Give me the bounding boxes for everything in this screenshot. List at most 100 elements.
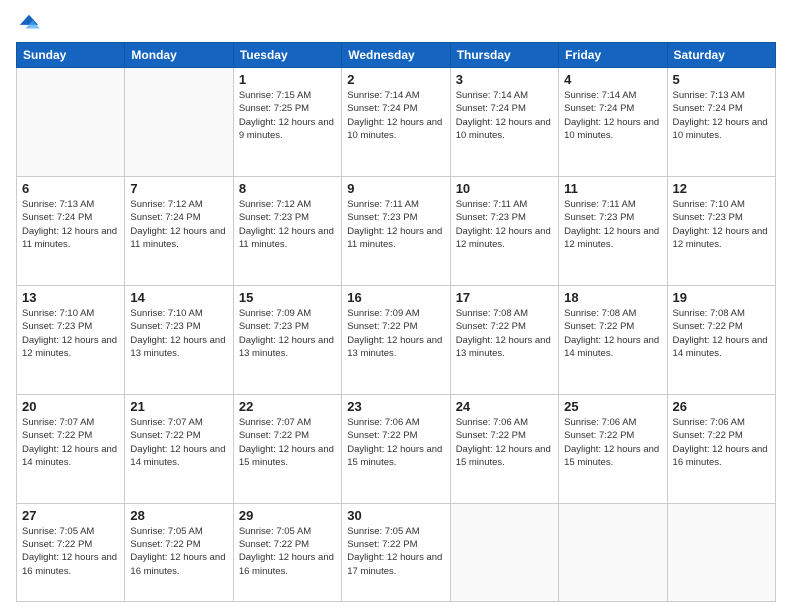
day-number: 21 (130, 399, 227, 414)
day-info: Sunrise: 7:13 AMSunset: 7:24 PMDaylight:… (22, 198, 119, 251)
weekday-header-thursday: Thursday (450, 43, 558, 68)
calendar-cell: 3 Sunrise: 7:14 AMSunset: 7:24 PMDaylight… (450, 68, 558, 177)
day-number: 25 (564, 399, 661, 414)
calendar-week-row: 20 Sunrise: 7:07 AMSunset: 7:22 PMDayligh… (17, 394, 776, 503)
day-info: Sunrise: 7:11 AMSunset: 7:23 PMDaylight:… (564, 198, 661, 251)
day-number: 4 (564, 72, 661, 87)
day-number: 6 (22, 181, 119, 196)
day-info: Sunrise: 7:10 AMSunset: 7:23 PMDaylight:… (130, 307, 227, 360)
weekday-header-tuesday: Tuesday (233, 43, 341, 68)
page: SundayMondayTuesdayWednesdayThursdayFrid… (0, 0, 792, 612)
calendar-cell: 6 Sunrise: 7:13 AMSunset: 7:24 PMDaylight… (17, 176, 125, 285)
day-info: Sunrise: 7:06 AMSunset: 7:22 PMDaylight:… (564, 416, 661, 469)
day-number: 5 (673, 72, 770, 87)
day-info: Sunrise: 7:07 AMSunset: 7:22 PMDaylight:… (239, 416, 336, 469)
weekday-header-sunday: Sunday (17, 43, 125, 68)
calendar-cell (667, 503, 775, 601)
day-info: Sunrise: 7:14 AMSunset: 7:24 PMDaylight:… (347, 89, 444, 142)
calendar-cell: 23Sunrise: 7:06 AMSunset: 7:22 PMDayligh… (342, 394, 450, 503)
calendar-cell: 26 Sunrise: 7:06 AMSunset: 7:22 PMDayligh… (667, 394, 775, 503)
day-number: 24 (456, 399, 553, 414)
day-info: Sunrise: 7:15 AMSunset: 7:25 PMDaylight:… (239, 89, 336, 142)
weekday-header-wednesday: Wednesday (342, 43, 450, 68)
day-number: 8 (239, 181, 336, 196)
calendar-cell: 7Sunrise: 7:12 AMSunset: 7:24 PMDaylight… (125, 176, 233, 285)
day-info: Sunrise: 7:10 AMSunset: 7:23 PMDaylight:… (22, 307, 119, 360)
day-info: Sunrise: 7:14 AMSunset: 7:24 PMDaylight:… (456, 89, 553, 142)
calendar-cell: 16 Sunrise: 7:09 AMSunset: 7:22 PMDayligh… (342, 285, 450, 394)
day-number: 19 (673, 290, 770, 305)
day-number: 9 (347, 181, 444, 196)
calendar-cell: 28 Sunrise: 7:05 AMSunset: 7:22 PMDayligh… (125, 503, 233, 601)
day-number: 13 (22, 290, 119, 305)
calendar-header-row: SundayMondayTuesdayWednesdayThursdayFrid… (17, 43, 776, 68)
calendar-cell: 14 Sunrise: 7:10 AMSunset: 7:23 PMDayligh… (125, 285, 233, 394)
day-number: 18 (564, 290, 661, 305)
day-number: 10 (456, 181, 553, 196)
calendar-cell (125, 68, 233, 177)
calendar-cell: 25 Sunrise: 7:06 AMSunset: 7:22 PMDayligh… (559, 394, 667, 503)
day-number: 28 (130, 508, 227, 523)
day-number: 20 (22, 399, 119, 414)
day-info: Sunrise: 7:08 AMSunset: 7:22 PMDaylight:… (456, 307, 553, 360)
calendar-cell: 20 Sunrise: 7:07 AMSunset: 7:22 PMDayligh… (17, 394, 125, 503)
weekday-header-friday: Friday (559, 43, 667, 68)
day-info: Sunrise: 7:08 AMSunset: 7:22 PMDaylight:… (673, 307, 770, 360)
day-number: 30 (347, 508, 444, 523)
calendar-cell: 19 Sunrise: 7:08 AMSunset: 7:22 PMDayligh… (667, 285, 775, 394)
day-info: Sunrise: 7:05 AMSunset: 7:22 PMDaylight:… (130, 525, 227, 578)
day-number: 15 (239, 290, 336, 305)
day-info: Sunrise: 7:06 AMSunset: 7:22 PMDaylight:… (456, 416, 553, 469)
day-info: Sunrise: 7:05 AMSunset: 7:22 PMDaylight:… (22, 525, 119, 578)
weekday-header-monday: Monday (125, 43, 233, 68)
calendar-cell: 11 Sunrise: 7:11 AMSunset: 7:23 PMDayligh… (559, 176, 667, 285)
day-number: 26 (673, 399, 770, 414)
day-number: 2 (347, 72, 444, 87)
calendar-cell: 5 Sunrise: 7:13 AMSunset: 7:24 PMDaylight… (667, 68, 775, 177)
day-info: Sunrise: 7:09 AMSunset: 7:23 PMDaylight:… (239, 307, 336, 360)
calendar-cell (450, 503, 558, 601)
calendar-cell: 8 Sunrise: 7:12 AMSunset: 7:23 PMDaylight… (233, 176, 341, 285)
calendar-cell: 9Sunrise: 7:11 AMSunset: 7:23 PMDaylight… (342, 176, 450, 285)
day-info: Sunrise: 7:05 AMSunset: 7:22 PMDaylight:… (239, 525, 336, 578)
calendar-week-row: 27 Sunrise: 7:05 AMSunset: 7:22 PMDayligh… (17, 503, 776, 601)
logo (16, 12, 40, 34)
day-number: 11 (564, 181, 661, 196)
day-number: 27 (22, 508, 119, 523)
day-number: 14 (130, 290, 227, 305)
day-number: 16 (347, 290, 444, 305)
calendar-cell: 2 Sunrise: 7:14 AMSunset: 7:24 PMDaylight… (342, 68, 450, 177)
calendar-cell: 29 Sunrise: 7:05 AMSunset: 7:22 PMDayligh… (233, 503, 341, 601)
day-info: Sunrise: 7:07 AMSunset: 7:22 PMDaylight:… (22, 416, 119, 469)
day-number: 3 (456, 72, 553, 87)
calendar-cell: 4Sunrise: 7:14 AMSunset: 7:24 PMDaylight… (559, 68, 667, 177)
day-info: Sunrise: 7:05 AMSunset: 7:22 PMDaylight:… (347, 525, 444, 578)
calendar-cell: 21 Sunrise: 7:07 AMSunset: 7:22 PMDayligh… (125, 394, 233, 503)
day-info: Sunrise: 7:07 AMSunset: 7:22 PMDaylight:… (130, 416, 227, 469)
calendar-week-row: 13 Sunrise: 7:10 AMSunset: 7:23 PMDayligh… (17, 285, 776, 394)
day-number: 7 (130, 181, 227, 196)
calendar-cell: 24 Sunrise: 7:06 AMSunset: 7:22 PMDayligh… (450, 394, 558, 503)
day-number: 22 (239, 399, 336, 414)
day-info: Sunrise: 7:11 AMSunset: 7:23 PMDaylight:… (456, 198, 553, 251)
logo-icon (18, 12, 40, 34)
day-info: Sunrise: 7:06 AMSunset: 7:22 PMDaylight:… (673, 416, 770, 469)
header (16, 12, 776, 34)
day-info: Sunrise: 7:09 AMSunset: 7:22 PMDaylight:… (347, 307, 444, 360)
day-number: 12 (673, 181, 770, 196)
calendar-cell (559, 503, 667, 601)
day-number: 29 (239, 508, 336, 523)
weekday-header-saturday: Saturday (667, 43, 775, 68)
calendar-cell: 30 Sunrise: 7:05 AMSunset: 7:22 PMDayligh… (342, 503, 450, 601)
day-info: Sunrise: 7:08 AMSunset: 7:22 PMDaylight:… (564, 307, 661, 360)
calendar-cell: 13 Sunrise: 7:10 AMSunset: 7:23 PMDayligh… (17, 285, 125, 394)
calendar-cell: 10 Sunrise: 7:11 AMSunset: 7:23 PMDayligh… (450, 176, 558, 285)
calendar-cell: 22 Sunrise: 7:07 AMSunset: 7:22 PMDayligh… (233, 394, 341, 503)
day-info: Sunrise: 7:13 AMSunset: 7:24 PMDaylight:… (673, 89, 770, 142)
calendar-cell: 15 Sunrise: 7:09 AMSunset: 7:23 PMDayligh… (233, 285, 341, 394)
day-info: Sunrise: 7:12 AMSunset: 7:23 PMDaylight:… (239, 198, 336, 251)
day-number: 17 (456, 290, 553, 305)
day-number: 23 (347, 399, 444, 414)
calendar-cell: 18 Sunrise: 7:08 AMSunset: 7:22 PMDayligh… (559, 285, 667, 394)
calendar-cell: 1Sunrise: 7:15 AMSunset: 7:25 PMDaylight… (233, 68, 341, 177)
